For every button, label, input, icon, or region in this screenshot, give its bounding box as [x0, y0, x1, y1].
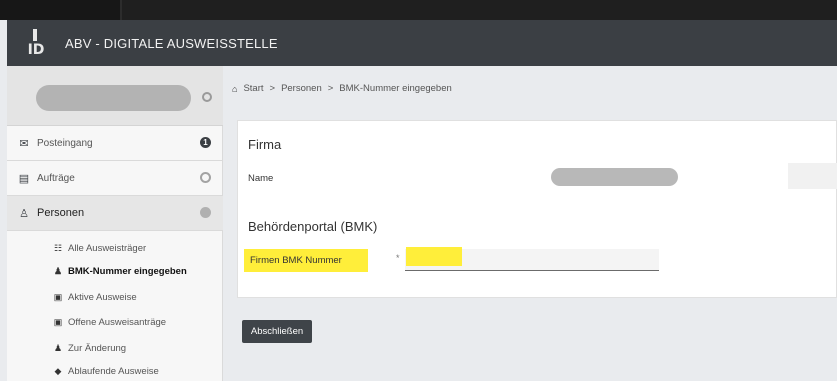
home-icon[interactable]: ⌂ — [232, 84, 237, 94]
form-panel: Firma Name Behördenportal (BMK) Firmen B… — [237, 120, 837, 298]
name-field-background — [788, 163, 837, 189]
sidebar-item-auftraege[interactable]: ▤ Aufträge — [7, 161, 223, 196]
sidebar-item-label: Posteingang — [37, 137, 93, 149]
subitem-label: BMK-Nummer eingegeben — [68, 265, 187, 277]
expand-indicator-icon — [200, 172, 211, 183]
sidebar-item-posteingang[interactable]: ✉ Posteingang 1 — [7, 126, 223, 161]
person-icon: ♙ — [19, 207, 29, 220]
company-name-redacted — [551, 168, 678, 186]
warning-card-icon: ◆ — [54, 365, 62, 376]
subitem-alle-ausweistraeger[interactable]: ☷ Alle Ausweisträger — [51, 240, 146, 256]
browser-tab[interactable] — [0, 0, 122, 20]
user-status-icon[interactable] — [202, 92, 212, 102]
subitem-label: Aktive Ausweise — [68, 291, 137, 303]
app-header: ID ABV - DIGITALE AUSWEISSTELLE — [7, 20, 837, 66]
subitem-label: Offene Ausweisanträge — [68, 316, 167, 328]
subitem-label: Alle Ausweisträger — [68, 242, 147, 254]
inbox-count-badge: 1 — [200, 137, 211, 148]
sidebar-item-label: Personen — [37, 207, 85, 219]
breadcrumb: ⌂ Start > Personen > BMK-Nummer eingegeb… — [232, 83, 452, 94]
section-title-firma: Firma — [248, 137, 282, 152]
document-icon: ▤ — [18, 172, 30, 185]
envelope-icon: ✉ — [19, 137, 29, 150]
breadcrumb-separator: > — [327, 83, 334, 94]
bmk-number-label: Firmen BMK Nummer — [244, 249, 368, 272]
subitem-bmk-nummer-eingegeben[interactable]: ♟ BMK-Nummer eingegeben — [51, 263, 187, 279]
subitem-label: Zur Änderung — [68, 342, 127, 354]
user-plus-icon: ♟ — [53, 265, 63, 276]
id-logo-icon: ID — [21, 28, 51, 58]
breadcrumb-start[interactable]: Start — [243, 83, 263, 94]
app-title: ABV - DIGITALE AUSWEISSTELLE — [65, 35, 278, 51]
user-row[interactable] — [7, 66, 223, 126]
user-edit-icon: ♟ — [53, 342, 63, 353]
browser-tab-strip — [0, 0, 837, 20]
breadcrumb-current: BMK-Nummer eingegeben — [339, 83, 452, 94]
subitem-ablaufende-ausweise[interactable]: ◆ Ablaufende Ausweise — [51, 363, 159, 379]
card-icon: ▣ — [53, 316, 63, 327]
sidebar-item-personen[interactable]: ♙ Personen — [7, 196, 223, 231]
breadcrumb-separator: > — [269, 83, 276, 94]
required-marker: * — [396, 253, 400, 263]
group-icon: ☷ — [53, 242, 63, 253]
subitem-aktive-ausweise[interactable]: ▣ Aktive Ausweise — [51, 289, 137, 305]
bmk-number-input[interactable] — [405, 249, 659, 271]
subitem-zur-aenderung[interactable]: ♟ Zur Änderung — [51, 340, 126, 356]
sidebar-item-label: Aufträge — [37, 172, 75, 184]
card-icon: ▣ — [53, 291, 63, 302]
breadcrumb-personen[interactable]: Personen — [281, 83, 322, 94]
user-name-redacted — [36, 85, 191, 111]
name-label: Name — [248, 173, 274, 184]
subitem-offene-ausweisantraege[interactable]: ▣ Offene Ausweisanträge — [51, 314, 166, 330]
logo-text: ID — [27, 42, 45, 58]
sidebar: ✉ Posteingang 1 ▤ Aufträge ♙ Personen ☷ … — [7, 66, 223, 381]
expand-indicator-icon — [200, 207, 211, 218]
submit-button[interactable]: Abschließen — [242, 320, 312, 343]
subitem-label: Ablaufende Ausweise — [68, 365, 159, 377]
section-title-bmk: Behördenportal (BMK) — [248, 219, 378, 234]
